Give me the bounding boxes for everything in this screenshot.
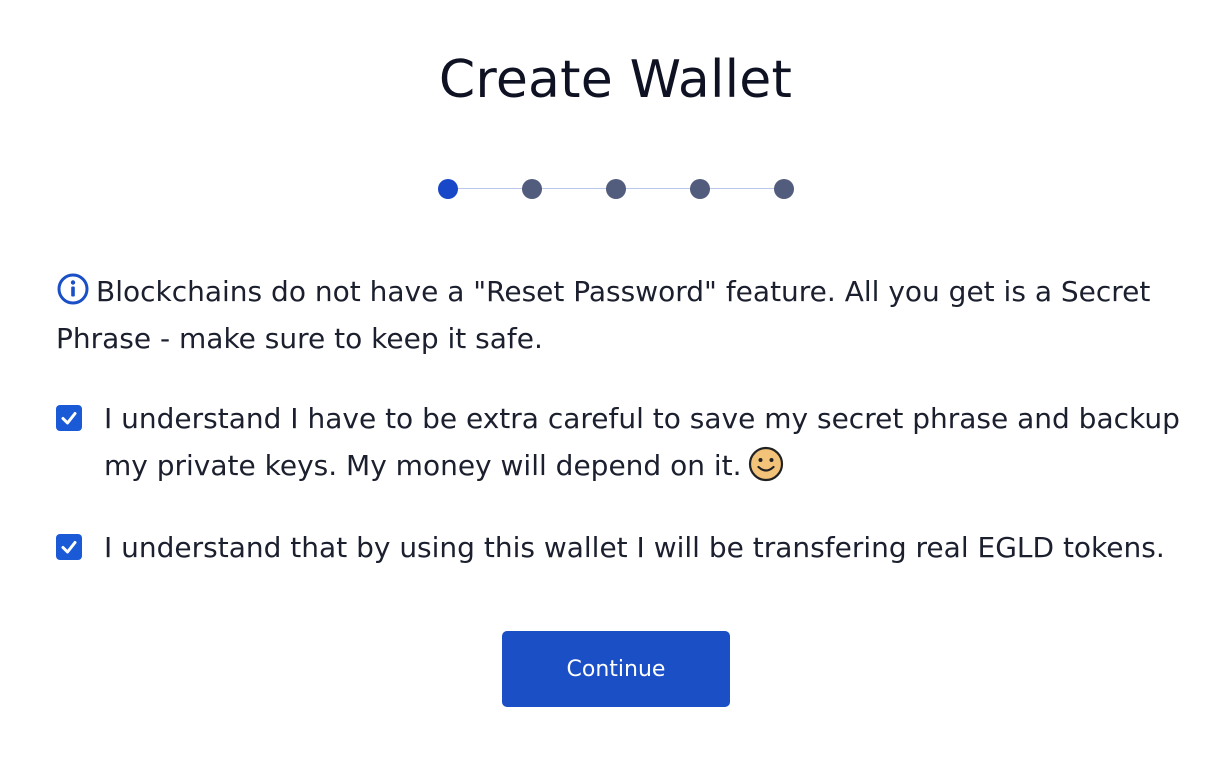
progress-stepper bbox=[438, 179, 795, 199]
step-3-indicator bbox=[606, 179, 626, 199]
careful-checkbox[interactable] bbox=[56, 405, 82, 431]
smiling-face-icon bbox=[748, 446, 784, 482]
step-2-indicator bbox=[522, 179, 542, 199]
step-5-indicator bbox=[774, 179, 794, 199]
step-1-indicator bbox=[438, 179, 458, 199]
checkmark-icon bbox=[61, 541, 77, 554]
reset-password-notice: Blockchains do not have a "Reset Passwor… bbox=[56, 268, 1176, 362]
step-4-indicator bbox=[690, 179, 710, 199]
egld-label-text: I understand that by using this wallet I… bbox=[104, 531, 1165, 564]
continue-button[interactable]: Continue bbox=[502, 631, 730, 707]
page-title: Create Wallet bbox=[438, 50, 793, 110]
checkbox-row-egld: I understand that by using this wallet I… bbox=[56, 524, 1196, 571]
checkbox-row-careful: I understand I have to be extra careful … bbox=[56, 395, 1196, 489]
notice-text: Blockchains do not have a "Reset Passwor… bbox=[56, 275, 1151, 355]
careful-checkbox-label[interactable]: I understand I have to be extra careful … bbox=[104, 395, 1196, 489]
careful-label-text: I understand I have to be extra careful … bbox=[104, 402, 1180, 482]
egld-checkbox[interactable] bbox=[56, 534, 82, 560]
checkmark-icon bbox=[61, 412, 77, 425]
egld-checkbox-label[interactable]: I understand that by using this wallet I… bbox=[104, 524, 1165, 571]
info-circle-icon bbox=[56, 272, 90, 306]
